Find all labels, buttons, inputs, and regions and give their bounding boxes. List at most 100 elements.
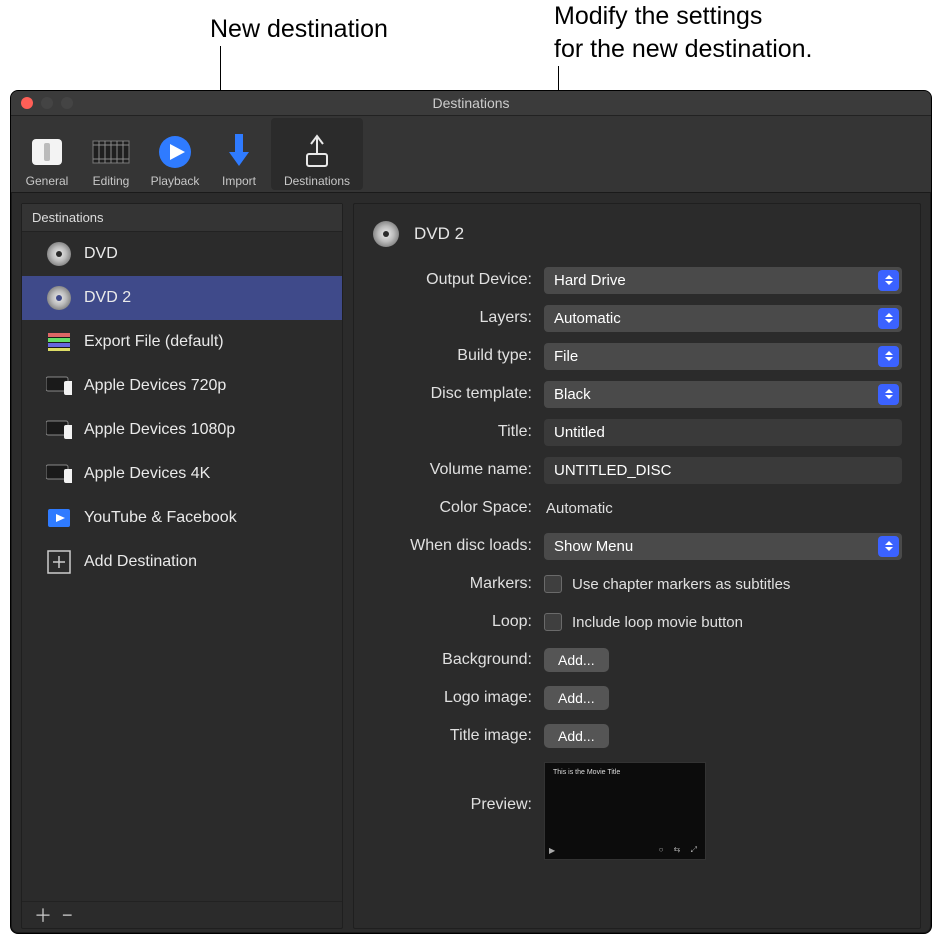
callout-right: Modify the settings for the new destinat… bbox=[554, 0, 813, 65]
devices-icon bbox=[46, 417, 72, 443]
video-icon bbox=[46, 505, 72, 531]
select-value: Black bbox=[554, 386, 591, 403]
destinations-icon bbox=[297, 132, 337, 172]
settings-panel: DVD 2 Output Device: Hard Drive Layers: … bbox=[353, 203, 921, 929]
select-value: Hard Drive bbox=[554, 272, 626, 289]
sidebar-item-export-file[interactable]: Export File (default) bbox=[22, 320, 342, 364]
sidebar-item-label: Add Destination bbox=[84, 553, 197, 571]
label-markers: Markers: bbox=[372, 575, 544, 593]
sidebar-item-apple-4k[interactable]: Apple Devices 4K bbox=[22, 452, 342, 496]
label-background: Background: bbox=[372, 651, 544, 669]
disc-icon bbox=[372, 220, 400, 248]
plus-box-icon bbox=[46, 549, 72, 575]
sidebar-item-label: Export File (default) bbox=[84, 333, 224, 351]
sidebar-item-label: DVD bbox=[84, 245, 118, 263]
input-value: Untitled bbox=[554, 424, 605, 441]
input-value: UNTITLED_DISC bbox=[554, 462, 672, 479]
select-arrows-icon bbox=[878, 270, 899, 291]
devices-icon bbox=[46, 461, 72, 487]
label-when-disc-loads: When disc loads: bbox=[372, 537, 544, 555]
sidebar-item-dvd[interactable]: DVD bbox=[22, 232, 342, 276]
devices-icon bbox=[46, 373, 72, 399]
select-value: Automatic bbox=[554, 310, 621, 327]
tab-editing[interactable]: Editing bbox=[79, 118, 143, 190]
select-arrows-icon bbox=[878, 308, 899, 329]
volume-name-input[interactable]: UNTITLED_DISC bbox=[544, 457, 902, 484]
tab-label: Import bbox=[222, 174, 256, 188]
general-icon bbox=[27, 132, 67, 172]
sidebar-item-label: Apple Devices 1080p bbox=[84, 421, 235, 439]
sidebar-item-add-destination[interactable]: Add Destination bbox=[22, 540, 342, 584]
sidebar-footer: ＋ − bbox=[22, 901, 342, 928]
preview-thumbnail: This is the Movie Title ▶ ○ ⇆ ⤢ bbox=[544, 762, 706, 860]
build-type-select[interactable]: File bbox=[544, 343, 902, 370]
logo-image-add-button[interactable]: Add... bbox=[544, 686, 609, 710]
tab-destinations[interactable]: Destinations bbox=[271, 118, 363, 190]
add-button[interactable]: ＋ bbox=[34, 902, 52, 928]
remove-button[interactable]: − bbox=[62, 905, 73, 926]
preferences-window: Destinations General Editing Playback Im… bbox=[10, 90, 932, 934]
markers-checkbox[interactable] bbox=[544, 575, 562, 593]
tab-general[interactable]: General bbox=[15, 118, 79, 190]
preview-controls: ▶ ○ ⇆ ⤢ bbox=[549, 845, 701, 855]
label-title: Title: bbox=[372, 423, 544, 441]
markers-check-label: Use chapter markers as subtitles bbox=[572, 576, 790, 593]
title-image-add-button[interactable]: Add... bbox=[544, 724, 609, 748]
color-space-value: Automatic bbox=[544, 500, 613, 517]
label-output-device: Output Device: bbox=[372, 271, 544, 289]
label-color-space: Color Space: bbox=[372, 499, 544, 517]
layers-select[interactable]: Automatic bbox=[544, 305, 902, 332]
sidebar-item-dvd-2[interactable]: DVD 2 bbox=[22, 276, 342, 320]
loop-check-label: Include loop movie button bbox=[572, 614, 743, 631]
label-loop: Loop: bbox=[372, 613, 544, 631]
label-disc-template: Disc template: bbox=[372, 385, 544, 403]
label-volume-name: Volume name: bbox=[372, 461, 544, 479]
content-area: Destinations DVD DVD 2 bbox=[11, 193, 931, 934]
sidebar-item-label: Apple Devices 4K bbox=[84, 465, 210, 483]
sidebar: Destinations DVD DVD 2 bbox=[21, 203, 343, 929]
play-icon: ▶ bbox=[549, 846, 555, 855]
select-arrows-icon bbox=[878, 346, 899, 367]
tab-import[interactable]: Import bbox=[207, 118, 271, 190]
select-arrows-icon bbox=[878, 536, 899, 557]
tab-playback[interactable]: Playback bbox=[143, 118, 207, 190]
panel-title-row: DVD 2 bbox=[372, 220, 902, 248]
filmstrip-icon bbox=[46, 329, 72, 355]
sidebar-item-apple-1080p[interactable]: Apple Devices 1080p bbox=[22, 408, 342, 452]
preview-movie-title: This is the Movie Title bbox=[553, 769, 620, 776]
sidebar-item-apple-720p[interactable]: Apple Devices 720p bbox=[22, 364, 342, 408]
preview-right-icons: ○ ⇆ ⤢ bbox=[659, 845, 701, 855]
loop-checkbox[interactable] bbox=[544, 613, 562, 631]
title-input[interactable]: Untitled bbox=[544, 419, 902, 446]
titlebar: Destinations bbox=[11, 91, 931, 116]
background-add-button[interactable]: Add... bbox=[544, 648, 609, 672]
output-device-select[interactable]: Hard Drive bbox=[544, 267, 902, 294]
label-title-image: Title image: bbox=[372, 727, 544, 745]
when-disc-loads-select[interactable]: Show Menu bbox=[544, 533, 902, 560]
select-value: File bbox=[554, 348, 578, 365]
panel-title: DVD 2 bbox=[414, 224, 464, 244]
label-layers: Layers: bbox=[372, 309, 544, 327]
label-logo-image: Logo image: bbox=[372, 689, 544, 707]
disc-icon bbox=[46, 241, 72, 267]
disc-icon bbox=[46, 285, 72, 311]
tab-label: General bbox=[26, 174, 69, 188]
sidebar-item-label: DVD 2 bbox=[84, 289, 131, 307]
label-preview: Preview: bbox=[372, 758, 544, 814]
sidebar-item-label: Apple Devices 720p bbox=[84, 377, 226, 395]
tab-label: Playback bbox=[151, 174, 200, 188]
label-build-type: Build type: bbox=[372, 347, 544, 365]
select-arrows-icon bbox=[878, 384, 899, 405]
playback-icon bbox=[155, 132, 195, 172]
tab-label: Destinations bbox=[284, 174, 350, 188]
window-title: Destinations bbox=[11, 95, 931, 111]
sidebar-item-youtube-facebook[interactable]: YouTube & Facebook bbox=[22, 496, 342, 540]
disc-template-select[interactable]: Black bbox=[544, 381, 902, 408]
select-value: Show Menu bbox=[554, 538, 633, 555]
sidebar-header: Destinations bbox=[22, 204, 342, 232]
tab-label: Editing bbox=[93, 174, 130, 188]
editing-icon bbox=[91, 132, 131, 172]
import-icon bbox=[219, 132, 259, 172]
sidebar-item-label: YouTube & Facebook bbox=[84, 509, 237, 527]
callout-left: New destination bbox=[210, 13, 388, 46]
